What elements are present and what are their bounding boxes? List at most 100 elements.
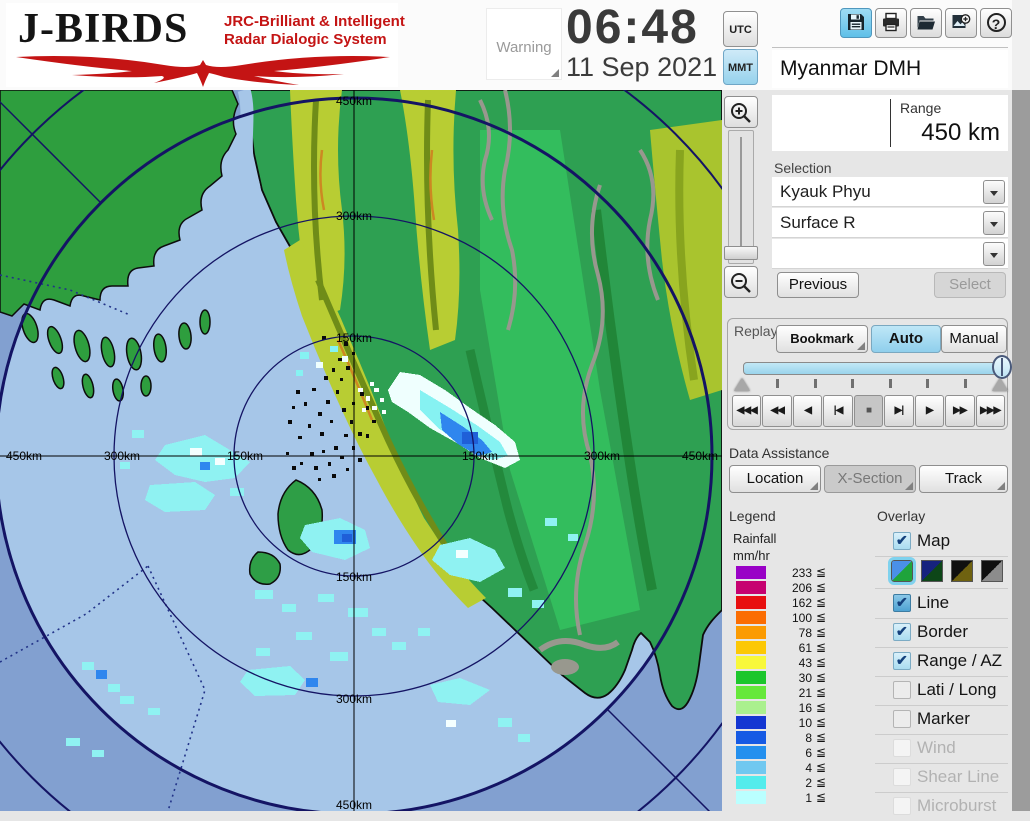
replay-slider-handle[interactable] (992, 355, 1012, 379)
svg-text:150km: 150km (462, 449, 498, 463)
dropdown-product-arrow[interactable] (983, 211, 1005, 235)
window-edge (1012, 90, 1030, 811)
checkbox-border[interactable] (893, 623, 911, 641)
separator (875, 556, 1008, 557)
mmt-button[interactable]: MMT (723, 49, 758, 85)
overlay-item-lati-long[interactable]: Lati / Long (877, 679, 1008, 705)
legend-swatch (736, 641, 766, 654)
map-style-2[interactable] (921, 560, 943, 582)
replay-range-start-marker[interactable] (734, 378, 750, 391)
legend-swatch (736, 596, 766, 609)
separator (875, 705, 1008, 706)
rewind-button[interactable]: ◀◀ (762, 395, 791, 427)
legend-swatch (736, 686, 766, 699)
location-button[interactable]: Location (729, 465, 821, 493)
legend-swatch (736, 716, 766, 729)
legend-swatch (736, 731, 766, 744)
legend-swatch (736, 776, 766, 789)
dropdown-extra[interactable] (772, 239, 1008, 269)
svg-text:450km: 450km (336, 94, 372, 108)
stop-button[interactable]: ■ (854, 395, 883, 427)
svg-text:450km: 450km (6, 449, 42, 463)
checkbox-lati-long[interactable] (893, 681, 911, 699)
map-style-row (877, 560, 1008, 586)
warning-button[interactable]: Warning (486, 8, 562, 80)
checkbox-marker[interactable] (893, 710, 911, 728)
legend-swatch (736, 611, 766, 624)
forward-fast-button[interactable]: ▶▶▶ (976, 395, 1005, 427)
dropdown-extra-arrow[interactable] (983, 242, 1005, 266)
checkbox-map[interactable] (893, 532, 911, 550)
overlay-item-range-az[interactable]: Range / AZ (877, 650, 1008, 676)
slider-tick (889, 379, 892, 388)
legend-swatch (736, 626, 766, 639)
separator (875, 734, 1008, 735)
overlay-item-wind: Wind (877, 737, 1008, 763)
radar-map[interactable]: 450km 300km 150km 150km 300km 450km 450k… (0, 90, 722, 811)
help-button[interactable]: ? (980, 8, 1012, 38)
legend-swatch (736, 791, 766, 804)
utc-button[interactable]: UTC (723, 11, 758, 47)
capture-button[interactable] (945, 8, 977, 38)
separator (875, 647, 1008, 648)
slider-tick (776, 379, 779, 388)
map-style-3[interactable] (951, 560, 973, 582)
play-reverse-button[interactable]: ◀ (793, 395, 822, 427)
separator (875, 588, 1008, 589)
printer-icon (881, 12, 901, 32)
range-label: Range (900, 100, 941, 116)
separator (875, 792, 1008, 793)
zoom-out-button[interactable] (724, 266, 758, 298)
legend-unit-2: mm/hr (733, 548, 770, 563)
chevron-down-icon (990, 191, 998, 196)
forward-button[interactable]: ▶▶ (945, 395, 974, 427)
separator (875, 676, 1008, 677)
map-style-4[interactable] (981, 560, 1003, 582)
svg-text:150km: 150km (336, 570, 372, 584)
dropdown-product[interactable]: Surface R (772, 208, 1008, 238)
previous-button[interactable]: Previous (777, 272, 859, 298)
overlay-item-marker[interactable]: Marker (877, 708, 1008, 734)
zoom-in-button[interactable] (724, 96, 758, 128)
x-section-button[interactable]: X-Section (824, 465, 916, 493)
dropdown-site[interactable]: Kyauk Phyu (772, 177, 1008, 207)
legend-swatch (736, 701, 766, 714)
svg-text:300km: 300km (336, 209, 372, 223)
rewind-fast-button[interactable]: ◀◀◀ (732, 395, 761, 427)
select-button[interactable]: Select (934, 272, 1006, 298)
overlay-item-border[interactable]: Border (877, 621, 1008, 647)
replay-slider-track[interactable] (743, 362, 1008, 375)
overlay-item-map[interactable]: Map (877, 530, 1008, 556)
step-back-button[interactable]: |◀ (823, 395, 852, 427)
map-style-1[interactable] (891, 560, 913, 582)
app-logo: J-BIRDS JRC-Brilliant & Intelligent Rada… (6, 3, 398, 87)
checkbox-range-az[interactable] (893, 652, 911, 670)
chevron-down-icon (990, 253, 998, 258)
svg-text:150km: 150km (227, 449, 263, 463)
bookmark-button[interactable]: Bookmark (776, 325, 868, 353)
save-button[interactable] (840, 8, 872, 38)
clock-time: 06:48 (566, 0, 699, 55)
overlay-label: Overlay (877, 508, 925, 524)
dropdown-site-arrow[interactable] (983, 180, 1005, 204)
station-name: Myanmar DMH (772, 50, 1008, 88)
zoom-slider-track[interactable] (728, 130, 754, 264)
print-button[interactable] (875, 8, 907, 38)
open-file-button[interactable] (910, 8, 942, 38)
overlay-item-shear-line: Shear Line (877, 766, 1008, 792)
header-bar: J-BIRDS JRC-Brilliant & Intelligent Rada… (0, 0, 1030, 91)
zoom-slider-handle[interactable] (724, 246, 758, 260)
legend-label: Legend (729, 508, 776, 524)
step-forward-button[interactable]: ▶| (884, 395, 913, 427)
overlay-item-line[interactable]: Line (877, 592, 1008, 618)
chevron-down-icon (990, 222, 998, 227)
track-button[interactable]: Track (919, 465, 1008, 493)
play-button[interactable]: ▶ (915, 395, 944, 427)
manual-button[interactable]: Manual (941, 325, 1007, 353)
replay-range-end-marker[interactable] (992, 378, 1008, 391)
auto-button[interactable]: Auto (871, 325, 941, 353)
slider-tick (814, 379, 817, 388)
checkbox-line[interactable] (893, 594, 911, 612)
replay-label: Replay (734, 323, 778, 339)
checkbox-microburst (893, 797, 911, 815)
